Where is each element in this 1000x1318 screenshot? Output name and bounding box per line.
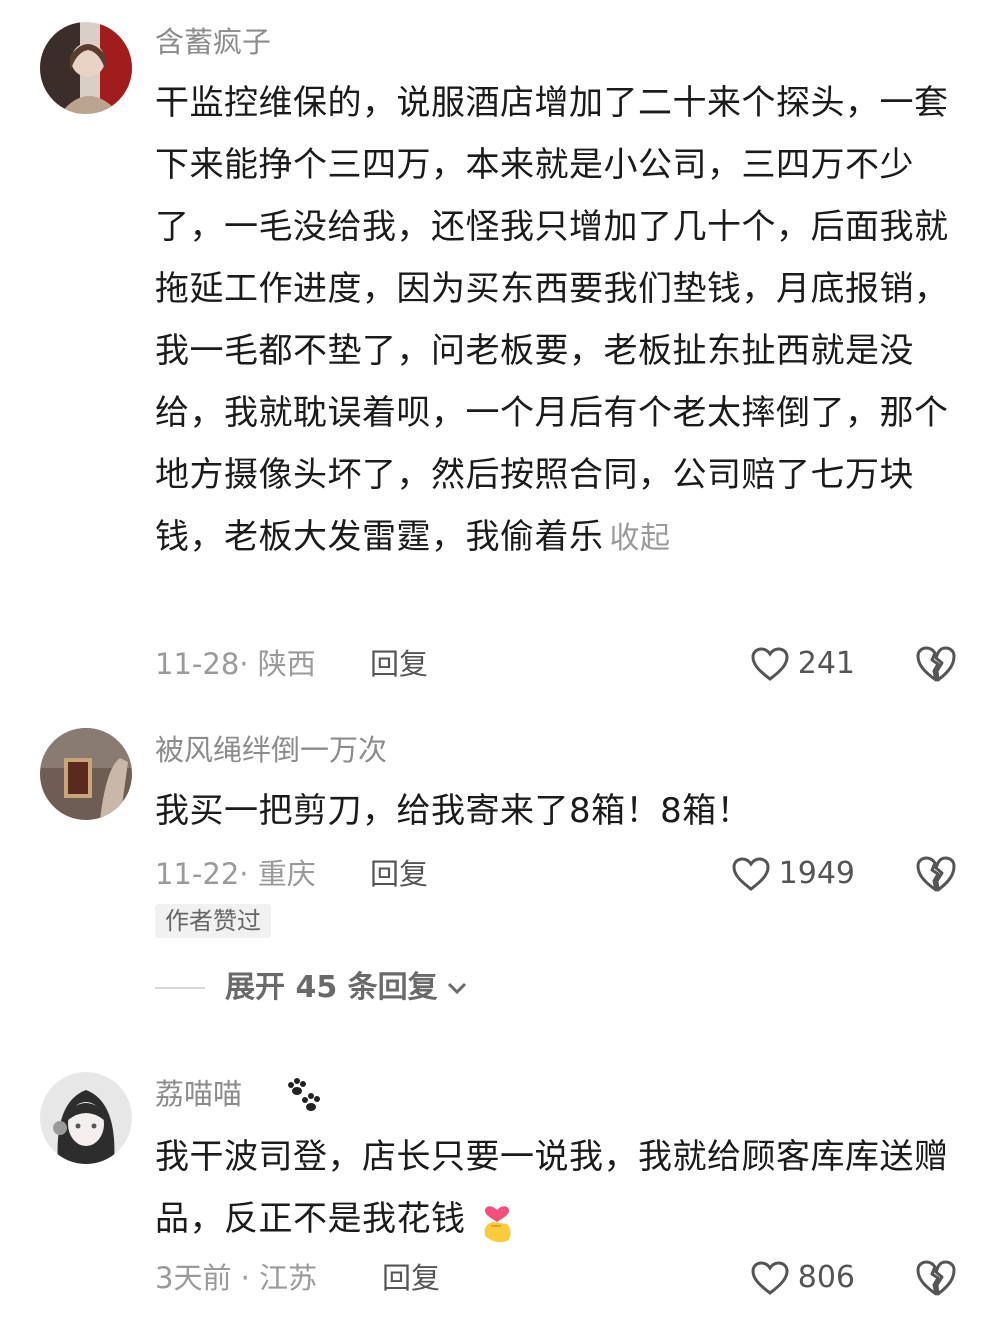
comment-text: 干监控维保的，说服酒店增加了二十来个探头，一套下来能挣个三四万，本来就是小公司，… [155,72,955,570]
avatar[interactable] [40,22,132,114]
comment-username[interactable]: 含蓄疯子 [155,24,271,60]
comment-username[interactable]: 荔喵喵 [155,1076,325,1116]
comment-text: 我买一把剪刀，给我寄来了8箱！8箱！ [155,791,752,831]
expand-replies-button[interactable]: 展开 45 条回复 [155,970,470,1006]
comment-meta: 11-22· 重庆 [155,857,316,891]
collapse-button[interactable]: 收起 [610,521,671,556]
broken-heart-icon[interactable] [914,644,958,684]
broken-heart-icon[interactable] [914,1258,958,1298]
comment-text-content: 我干波司登，店长只要一说我，我就给顾客库库送赠品，反正不是我花钱 [155,1137,949,1239]
like-button[interactable]: 806 [750,1260,855,1296]
comment-text: 我干波司登，店长只要一说我，我就给顾客库库送赠品，反正不是我花钱 [155,1126,955,1250]
heart-outline-icon [732,857,770,891]
like-count: 1949 [778,856,855,891]
like-button[interactable]: 241 [750,646,855,682]
finger-heart-emoji [484,1205,511,1242]
divider [155,987,205,989]
reply-button[interactable]: 回复 [382,1260,440,1296]
heart-outline-icon [751,1261,789,1295]
comment-meta: 3天前 · 江苏 [155,1261,318,1295]
comment-meta: 11-28· 陕西 [155,647,316,681]
avatar[interactable] [40,1072,132,1164]
like-count: 806 [797,1260,855,1295]
paw-print-icon [288,1078,321,1111]
avatar[interactable] [40,728,132,820]
reply-button[interactable]: 回复 [370,646,428,682]
like-button[interactable]: 1949 [731,856,855,892]
like-count: 241 [797,646,855,681]
reply-button[interactable]: 回复 [370,856,428,892]
broken-heart-icon[interactable] [914,854,958,894]
expand-replies-label: 展开 45 条回复 [225,970,438,1005]
heart-outline-icon [751,647,789,681]
comment-text-content: 干监控维保的，说服酒店增加了二十来个探头，一套下来能挣个三四万，本来就是小公司，… [155,83,949,557]
chevron-down-icon [447,982,466,995]
comment-username-text: 荔喵喵 [155,1077,243,1111]
comment-username[interactable]: 被风绳绊倒一万次 [155,732,387,768]
author-liked-badge: 作者赞过 [155,904,271,938]
